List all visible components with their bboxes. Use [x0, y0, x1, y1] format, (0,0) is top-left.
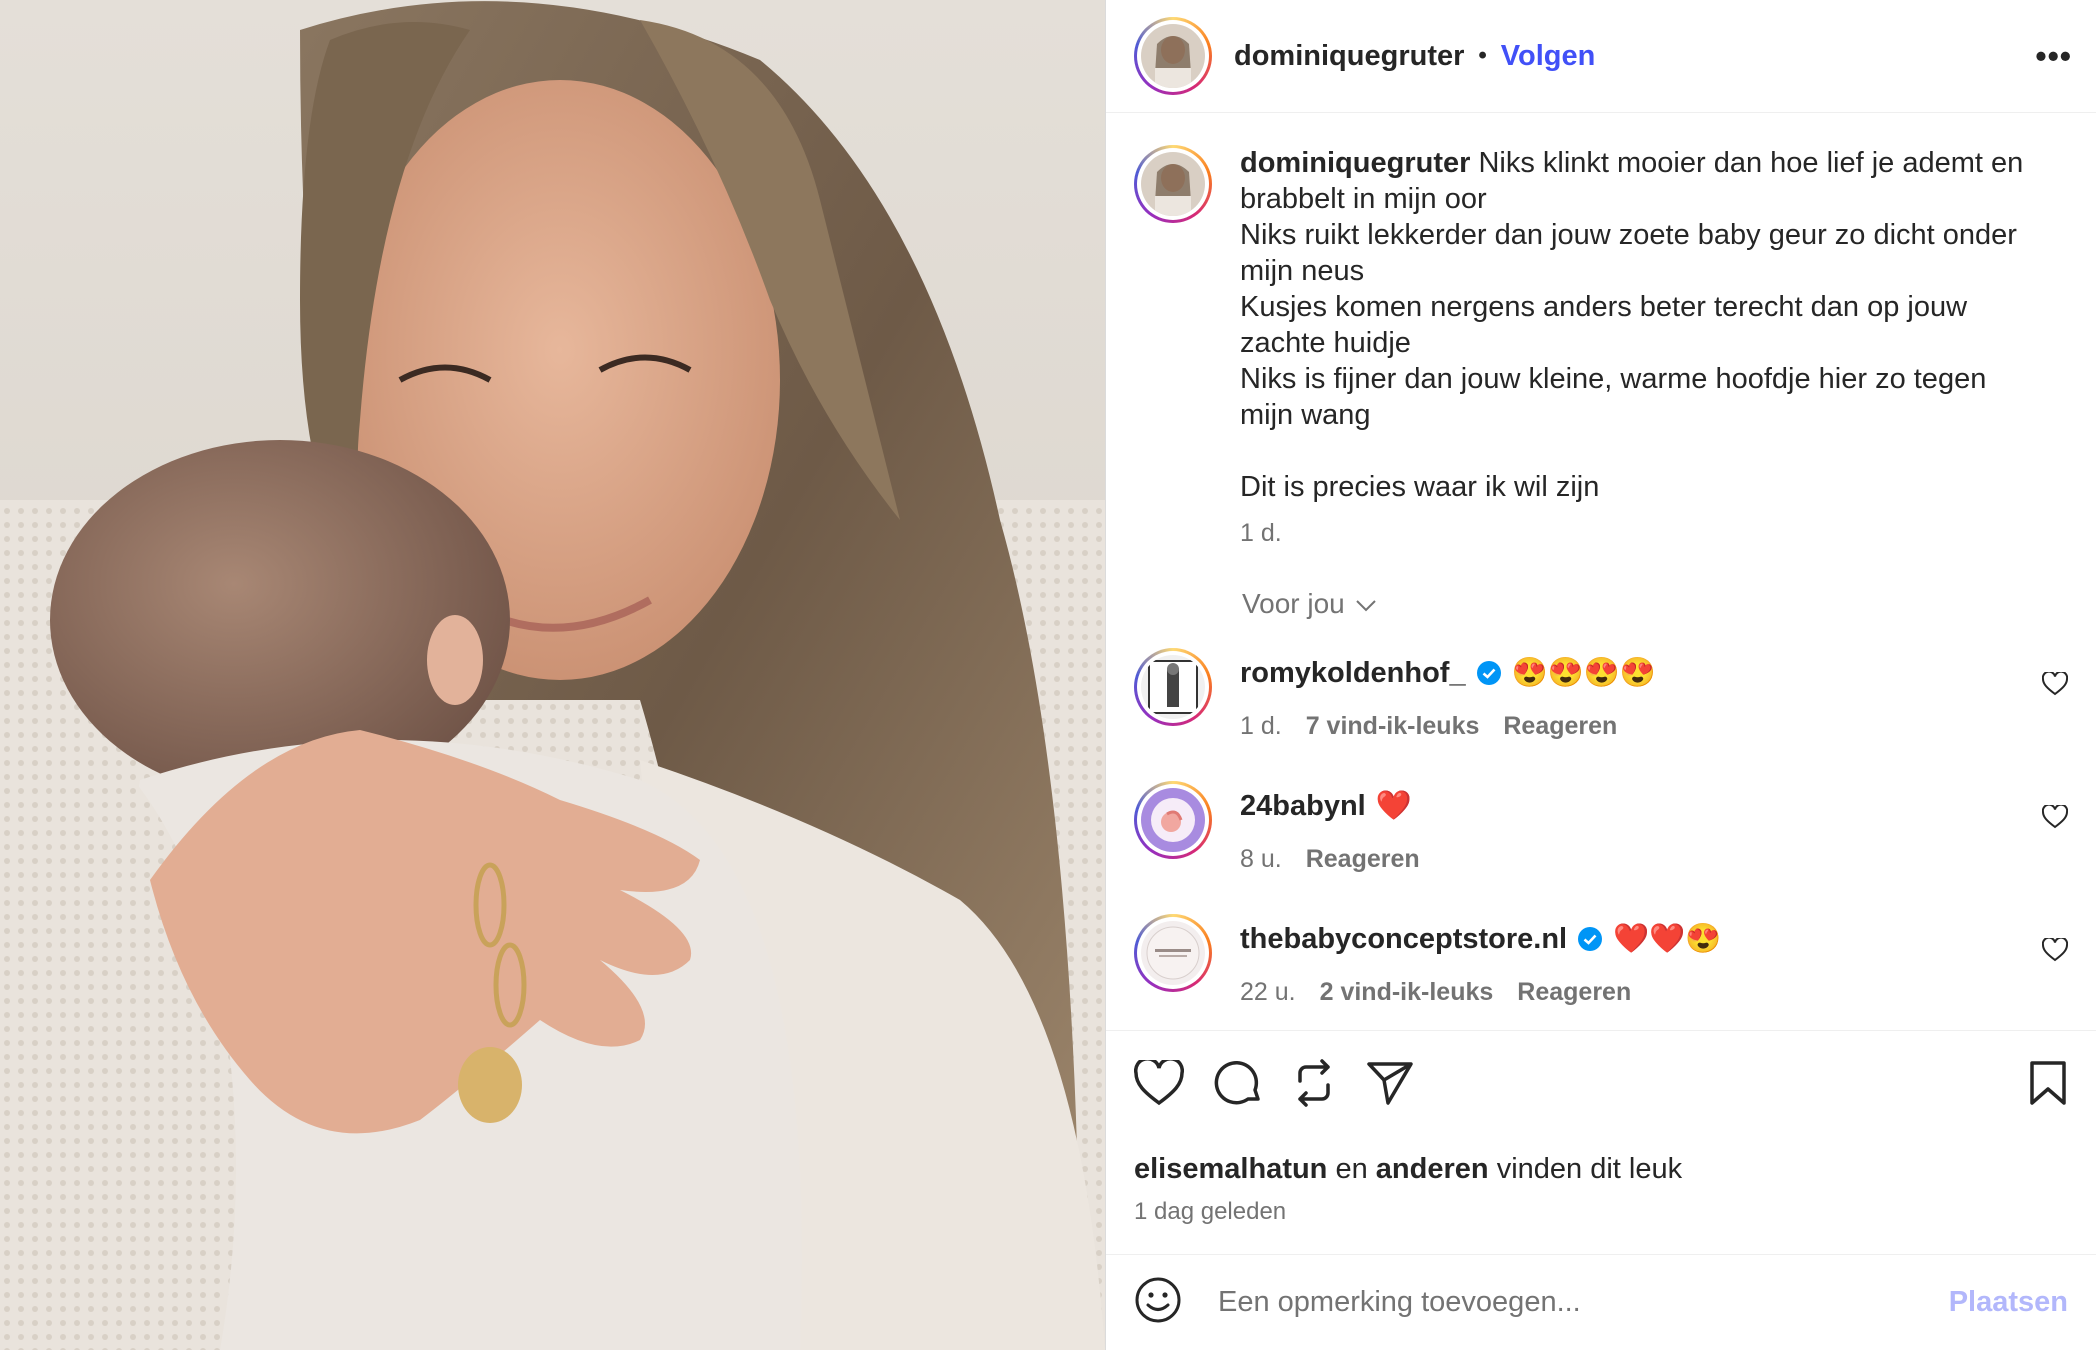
likes-summary: elisemalhatun en anderen vinden dit leuk	[1134, 1153, 2068, 1186]
post-header: dominiquegruter • Volgen •••	[1106, 0, 2096, 113]
comment-text: ❤️❤️😍	[1613, 923, 1722, 955]
for-you-filter[interactable]: Voor jou	[1242, 588, 2068, 620]
post-side-panel: dominiquegruter • Volgen ••• dominiquegr…	[1105, 0, 2096, 1350]
likes-others-link[interactable]: anderen	[1376, 1153, 1489, 1185]
caption-avatar[interactable]	[1134, 145, 1212, 223]
emoji-icon[interactable]	[1134, 1276, 1182, 1329]
heart-icon[interactable]	[1133, 1056, 1185, 1111]
comment-time[interactable]: 22 u.	[1240, 978, 1296, 1007]
post-timestamp[interactable]: 1 dag geleden	[1134, 1198, 2068, 1226]
post-photo[interactable]	[0, 0, 1105, 1350]
comment-icon[interactable]	[1214, 1059, 1262, 1112]
follow-button[interactable]: Volgen	[1501, 40, 1596, 73]
comment-text: 😍😍😍😍	[1511, 657, 1657, 689]
comment-time[interactable]: 8 u.	[1240, 845, 1282, 874]
author-username[interactable]: dominiquegruter	[1234, 40, 1464, 73]
comment-heart-icon[interactable]	[2041, 803, 2069, 834]
comment-likes[interactable]: 2 vind-ik-leuks	[1320, 978, 1494, 1007]
repost-icon[interactable]	[1292, 1058, 1336, 1112]
commenter-avatar[interactable]	[1134, 648, 1212, 726]
commenter-username[interactable]: thebabyconceptstore.nl	[1240, 923, 1567, 956]
add-comment-bar: Plaatsen	[1106, 1254, 2096, 1350]
author-avatar[interactable]	[1134, 17, 1212, 95]
comment-input[interactable]	[1218, 1286, 1949, 1319]
comment-heart-icon[interactable]	[2041, 670, 2069, 701]
commenter-avatar[interactable]	[1134, 914, 1212, 992]
verified-badge-icon	[1476, 660, 1502, 686]
verified-badge-icon	[1577, 926, 1603, 952]
reply-button[interactable]: Reageren	[1306, 845, 1420, 874]
bookmark-icon[interactable]	[2028, 1060, 2068, 1111]
commenter-avatar[interactable]	[1134, 781, 1212, 859]
send-icon[interactable]	[1366, 1060, 1414, 1111]
comment-item: 24babynl ❤️ 8 u. Reageren	[1134, 781, 2069, 874]
post-comment-button[interactable]: Plaatsen	[1949, 1286, 2068, 1319]
comment-text: ❤️	[1375, 790, 1412, 822]
more-options-button[interactable]: •••	[2035, 38, 2072, 75]
reply-button[interactable]: Reageren	[1517, 978, 1631, 1007]
caption-username[interactable]: dominiquegruter	[1240, 147, 1470, 179]
comments-section: dominiquegruter Niks klinkt mooier dan h…	[1106, 113, 2096, 1030]
action-bar	[1133, 1056, 2068, 1113]
photo-illustration	[0, 0, 1105, 1350]
for-you-label: Voor jou	[1242, 588, 1345, 619]
instagram-post: dominiquegruter • Volgen ••• dominiquegr…	[0, 0, 2096, 1350]
comment-time[interactable]: 1 d.	[1240, 712, 1282, 741]
liker-username[interactable]: elisemalhatun	[1134, 1153, 1327, 1185]
caption-text: dominiquegruter Niks klinkt mooier dan h…	[1240, 145, 2040, 505]
comment-item: thebabyconceptstore.nl ❤️❤️😍 22 u. 2 vin…	[1134, 914, 2069, 1007]
caption-time[interactable]: 1 d.	[1240, 519, 2040, 548]
comment-item: romykoldenhof_ 😍😍😍😍 1 d. 7 vind-ik-leuks…	[1134, 648, 2069, 741]
post-actions-area: elisemalhatun en anderen vinden dit leuk…	[1106, 1030, 2096, 1226]
likes-connector: en	[1335, 1153, 1368, 1185]
chevron-down-icon	[1355, 588, 1377, 620]
reply-button[interactable]: Reageren	[1503, 712, 1617, 741]
commenter-username[interactable]: 24babynl	[1240, 790, 1366, 823]
comment-likes[interactable]: 7 vind-ik-leuks	[1306, 712, 1480, 741]
caption-body: Niks klinkt mooier dan hoe lief je ademt…	[1240, 147, 2024, 503]
separator-dot: •	[1478, 42, 1487, 69]
comment-heart-icon[interactable]	[2041, 936, 2069, 967]
likes-suffix: vinden dit leuk	[1496, 1153, 1683, 1185]
commenter-username[interactable]: romykoldenhof_	[1240, 657, 1466, 690]
caption: dominiquegruter Niks klinkt mooier dan h…	[1134, 145, 2068, 548]
